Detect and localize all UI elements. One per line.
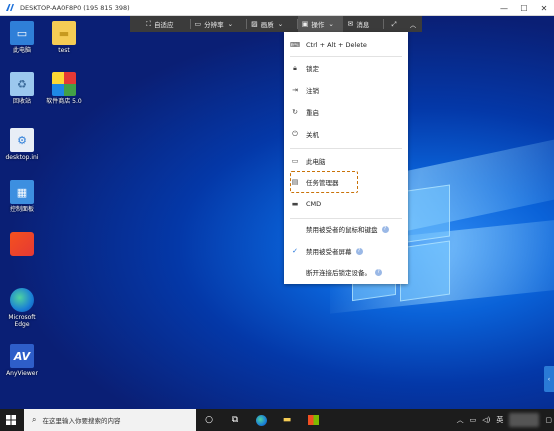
logout-icon: ⇥ — [292, 86, 298, 94]
clock[interactable] — [509, 413, 540, 427]
remote-toolbar: ⛶ 自适应 ▭ 分辨率 ⌄ ▨ 画质 ⌄ ▣ 操作 ⌄ ✉ 消息 ⤢ ︿ — [130, 16, 422, 32]
toolbar-operation-button[interactable]: ▣ 操作 ⌄ — [297, 16, 344, 32]
volume-icon[interactable]: ◁) — [482, 416, 490, 424]
collapse-toolbar-icon[interactable]: ︿ — [404, 16, 422, 32]
desktop-icon-control-panel[interactable]: ▦ 控制面板 — [2, 180, 42, 213]
cortana-icon[interactable]: ○ — [196, 409, 222, 431]
anyviewer-logo-icon — [4, 3, 16, 13]
toolbar-resolution-button[interactable]: ▭ 分辨率 ⌄ — [191, 16, 247, 32]
notification-icon[interactable]: ▢ — [545, 416, 552, 424]
ime-indicator[interactable]: 英 — [496, 415, 503, 425]
minimize-icon[interactable]: — — [494, 0, 514, 16]
help-icon[interactable]: ? — [375, 268, 382, 276]
file-explorer-icon[interactable]: ▬ — [274, 409, 300, 431]
desktop-icon-desktop-ini[interactable]: ⚙ desktop.ini — [2, 128, 42, 161]
chevron-up-icon[interactable]: ︿ — [457, 415, 464, 425]
app-icon — [10, 232, 34, 256]
menu-item-shutdown[interactable]: ⏻ 关机 — [284, 127, 408, 141]
operation-icon: ▣ — [301, 20, 309, 28]
taskbar: ⌕ 在这里输入你要搜索的内容 ○ ⧉ ▬ ︿ ▭ ◁) 英 ▢ — [0, 409, 554, 431]
taskbar-search-box[interactable]: ⌕ 在这里输入你要搜索的内容 — [24, 409, 196, 431]
monitor-icon: ▭ — [291, 157, 299, 165]
image-quality-icon: ▨ — [251, 20, 258, 28]
control-panel-icon: ▦ — [10, 180, 34, 204]
toolbar-message-button[interactable]: ✉ 消息 — [343, 16, 383, 32]
system-tray: ︿ ▭ ◁) 英 ▢ — [457, 409, 552, 431]
toolbar-fit-button[interactable]: ⛶ 自适应 — [130, 16, 190, 32]
help-icon[interactable]: ? — [381, 225, 389, 233]
computer-icon: ▭ — [10, 21, 34, 45]
fullscreen-icon[interactable]: ⤢ — [384, 16, 404, 32]
checkmark-icon: ✓ — [292, 247, 298, 255]
menu-item-this-pc[interactable]: ▭ 此电脑 — [284, 154, 408, 168]
store-taskbar-icon[interactable] — [300, 409, 326, 431]
fit-icon: ⛶ — [146, 19, 151, 28]
restart-icon: ↻ — [292, 108, 298, 116]
power-icon: ⏻ — [292, 129, 298, 138]
menu-item-lock-on-disconnect[interactable]: 断开连接后锁定设备。 ? — [284, 265, 408, 279]
highlight-box — [290, 171, 358, 193]
close-icon[interactable]: ✕ — [534, 0, 554, 16]
store-icon — [52, 72, 76, 96]
toolbar-quality-button[interactable]: ▨ 画质 ⌄ — [247, 16, 297, 32]
recycle-bin-icon: ♻ — [10, 72, 34, 96]
lock-icon: 🔒︎ — [293, 63, 297, 72]
edge-taskbar-icon[interactable] — [248, 409, 274, 431]
network-icon[interactable]: ▭ — [470, 416, 477, 424]
chevron-down-icon: ⌄ — [227, 20, 234, 28]
desktop-icon-anyviewer[interactable]: AV AnyViewer — [2, 344, 42, 377]
maximize-icon[interactable]: ☐ — [514, 0, 534, 16]
resolution-icon: ▭ — [194, 20, 202, 28]
edge-icon — [10, 288, 34, 312]
windows-start-icon[interactable] — [0, 409, 22, 431]
window-title-bar: DESKTOP-AA0F8P0 (195 815 398) — ☐ ✕ — [0, 0, 554, 16]
window-title: DESKTOP-AA0F8P0 (195 815 398) — [20, 3, 130, 12]
message-icon: ✉ — [347, 20, 354, 28]
keyboard-icon: ⌨ — [290, 41, 301, 49]
anyviewer-icon: AV — [10, 344, 34, 368]
operation-menu: ⌨ Ctrl + Alt + Delete 🔒︎ 锁定 ⇥ 注销 ↻ 重启 ⏻ … — [284, 32, 408, 284]
help-icon[interactable]: ? — [355, 247, 363, 255]
menu-item-cmd[interactable]: ▬ CMD — [284, 197, 408, 211]
side-panel-toggle[interactable]: ‹ — [544, 366, 554, 392]
remote-desktop[interactable]: ▭ 此电脑 ▬ test ♻ 回收站 软件商店 5.0 ⚙ desktop.in… — [0, 16, 554, 409]
folder-icon: ▬ — [52, 21, 76, 45]
menu-item-disable-input[interactable]: 禁用被受者的鼠标和键盘 ? — [284, 222, 408, 236]
desktop-icon-edge[interactable]: Microsoft Edge — [2, 288, 42, 328]
search-icon: ⌕ — [32, 415, 37, 424]
desktop-icon-app[interactable] — [2, 232, 42, 258]
desktop-icon-this-pc[interactable]: ▭ 此电脑 — [2, 21, 42, 54]
desktop-icon-recycle-bin[interactable]: ♻ 回收站 — [2, 72, 42, 105]
menu-item-disable-screen[interactable]: ✓ 禁用被受者屏幕 ? — [284, 244, 408, 258]
cmd-icon: ▬ — [291, 200, 299, 208]
task-view-icon[interactable]: ⧉ — [222, 409, 248, 431]
menu-item-ctrl-alt-delete[interactable]: ⌨ Ctrl + Alt + Delete — [284, 38, 408, 52]
menu-item-logout[interactable]: ⇥ 注销 — [284, 83, 408, 97]
menu-item-lock[interactable]: 🔒︎ 锁定 — [284, 61, 408, 75]
chevron-down-icon: ⌄ — [277, 20, 284, 28]
chevron-down-icon: ⌄ — [328, 20, 334, 28]
menu-item-restart[interactable]: ↻ 重启 — [284, 105, 408, 119]
desktop-icon-store[interactable]: 软件商店 5.0 — [44, 72, 84, 105]
desktop-icon-test-folder[interactable]: ▬ test — [44, 21, 84, 54]
settings-file-icon: ⚙ — [10, 128, 34, 152]
